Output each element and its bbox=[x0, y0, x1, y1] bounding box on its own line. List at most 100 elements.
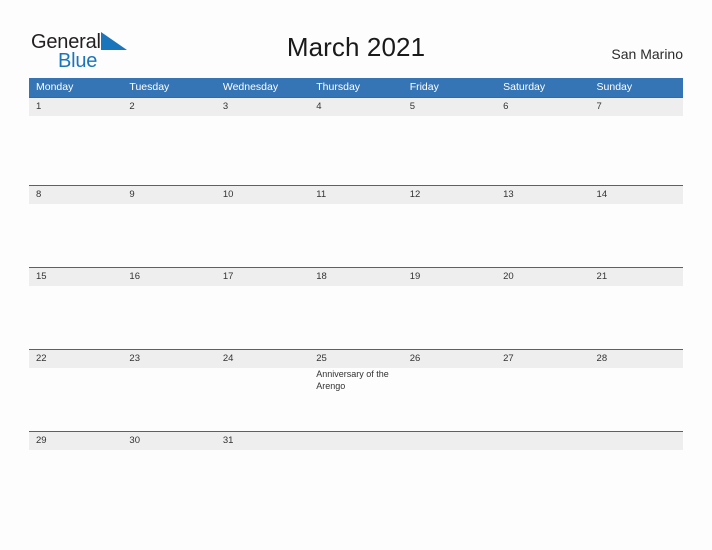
day-cell[interactable] bbox=[216, 368, 309, 431]
day-event-text bbox=[36, 204, 116, 205]
day-number[interactable]: 28 bbox=[590, 350, 683, 368]
day-cell[interactable] bbox=[309, 286, 402, 349]
day-number[interactable]: 27 bbox=[496, 350, 589, 368]
day-number[interactable]: 26 bbox=[403, 350, 496, 368]
day-event-text: Anniversary of the Arengo bbox=[316, 369, 389, 391]
week-date-band: 29 30 31 bbox=[29, 432, 683, 450]
day-cell[interactable] bbox=[216, 116, 309, 185]
day-number[interactable]: 10 bbox=[216, 186, 309, 204]
day-number[interactable]: 16 bbox=[122, 268, 215, 286]
page-title: March 2021 bbox=[286, 32, 426, 62]
calendar-week-row: 15 16 17 18 19 20 21 bbox=[29, 267, 683, 349]
day-event-text bbox=[223, 368, 303, 369]
day-event-text bbox=[503, 204, 583, 205]
day-event-text bbox=[316, 204, 396, 205]
weekday-header-thursday: Thursday bbox=[316, 81, 361, 93]
day-event-text bbox=[36, 450, 116, 451]
day-number[interactable]: 30 bbox=[122, 432, 215, 450]
day-cell-empty bbox=[496, 450, 589, 478]
day-event-text bbox=[503, 116, 583, 117]
day-number[interactable]: 21 bbox=[590, 268, 683, 286]
day-number[interactable]: 8 bbox=[29, 186, 122, 204]
day-number-empty bbox=[403, 432, 496, 450]
day-number[interactable]: 19 bbox=[403, 268, 496, 286]
day-cell[interactable] bbox=[29, 204, 122, 267]
day-cell-empty bbox=[403, 450, 496, 478]
day-number[interactable]: 5 bbox=[403, 98, 496, 116]
day-number[interactable]: 4 bbox=[309, 98, 402, 116]
week-date-band: 1 2 3 4 5 6 7 bbox=[29, 98, 683, 116]
day-number[interactable]: 20 bbox=[496, 268, 589, 286]
day-number[interactable]: 6 bbox=[496, 98, 589, 116]
day-cell[interactable] bbox=[403, 204, 496, 267]
day-event-text bbox=[597, 368, 677, 369]
calendar-week-row: 8 9 10 11 12 13 14 bbox=[29, 185, 683, 267]
day-number[interactable]: 15 bbox=[29, 268, 122, 286]
day-cell[interactable] bbox=[590, 116, 683, 185]
day-number[interactable]: 9 bbox=[122, 186, 215, 204]
day-event-text bbox=[129, 204, 209, 205]
day-cell[interactable] bbox=[122, 286, 215, 349]
day-cell[interactable] bbox=[216, 286, 309, 349]
day-number[interactable]: 22 bbox=[29, 350, 122, 368]
day-cell[interactable] bbox=[590, 286, 683, 349]
day-cell[interactable] bbox=[590, 204, 683, 267]
day-number-empty bbox=[309, 432, 402, 450]
day-cell[interactable] bbox=[496, 116, 589, 185]
week-event-band bbox=[29, 450, 683, 478]
day-cell[interactable] bbox=[122, 204, 215, 267]
day-event-text bbox=[223, 450, 303, 451]
day-number[interactable]: 31 bbox=[216, 432, 309, 450]
day-cell[interactable] bbox=[403, 368, 496, 431]
day-cell[interactable] bbox=[122, 116, 215, 185]
day-number[interactable]: 3 bbox=[216, 98, 309, 116]
calendar-page: General Blue March 2021 San Marino Monda… bbox=[0, 0, 712, 550]
day-number[interactable]: 11 bbox=[309, 186, 402, 204]
day-number[interactable]: 25 bbox=[309, 350, 402, 368]
day-cell[interactable] bbox=[496, 204, 589, 267]
day-number[interactable]: 12 bbox=[403, 186, 496, 204]
day-number[interactable]: 2 bbox=[122, 98, 215, 116]
day-cell[interactable] bbox=[29, 286, 122, 349]
day-cell[interactable] bbox=[216, 204, 309, 267]
day-event-text bbox=[36, 116, 116, 117]
day-cell[interactable] bbox=[403, 286, 496, 349]
day-cell[interactable] bbox=[309, 204, 402, 267]
day-cell[interactable] bbox=[496, 286, 589, 349]
day-number[interactable]: 29 bbox=[29, 432, 122, 450]
day-cell[interactable] bbox=[590, 368, 683, 431]
calendar-grid: Monday Tuesday Wednesday Thursday Friday… bbox=[29, 78, 683, 478]
day-number[interactable]: 24 bbox=[216, 350, 309, 368]
weekday-header-monday: Monday bbox=[36, 81, 74, 93]
day-number[interactable]: 13 bbox=[496, 186, 589, 204]
day-event-text bbox=[597, 204, 677, 205]
day-event-text bbox=[36, 368, 116, 369]
day-number[interactable]: 18 bbox=[309, 268, 402, 286]
day-number-empty bbox=[590, 432, 683, 450]
weekday-header-saturday: Saturday bbox=[503, 81, 546, 93]
day-number[interactable]: 17 bbox=[216, 268, 309, 286]
day-cell[interactable] bbox=[29, 368, 122, 431]
day-number[interactable]: 7 bbox=[590, 98, 683, 116]
day-cell[interactable] bbox=[29, 116, 122, 185]
day-event-text bbox=[36, 286, 116, 287]
day-number[interactable]: 1 bbox=[29, 98, 122, 116]
calendar-week-row: 1 2 3 4 5 6 7 bbox=[29, 97, 683, 185]
day-event-text bbox=[410, 116, 490, 117]
day-cell[interactable]: Anniversary of the Arengo bbox=[309, 368, 402, 431]
weekday-header-friday: Friday bbox=[409, 81, 439, 93]
day-cell[interactable] bbox=[403, 116, 496, 185]
day-number[interactable]: 14 bbox=[590, 186, 683, 204]
day-cell[interactable] bbox=[309, 116, 402, 185]
day-event-text bbox=[410, 286, 490, 287]
day-cell[interactable] bbox=[122, 368, 215, 431]
day-cell[interactable] bbox=[496, 368, 589, 431]
day-event-text bbox=[129, 286, 209, 287]
day-event-text bbox=[129, 368, 209, 369]
day-cell[interactable] bbox=[29, 450, 122, 478]
day-cell[interactable] bbox=[216, 450, 309, 478]
week-event-band bbox=[29, 204, 683, 267]
day-number[interactable]: 23 bbox=[122, 350, 215, 368]
day-event-text bbox=[597, 116, 677, 117]
day-cell[interactable] bbox=[122, 450, 215, 478]
